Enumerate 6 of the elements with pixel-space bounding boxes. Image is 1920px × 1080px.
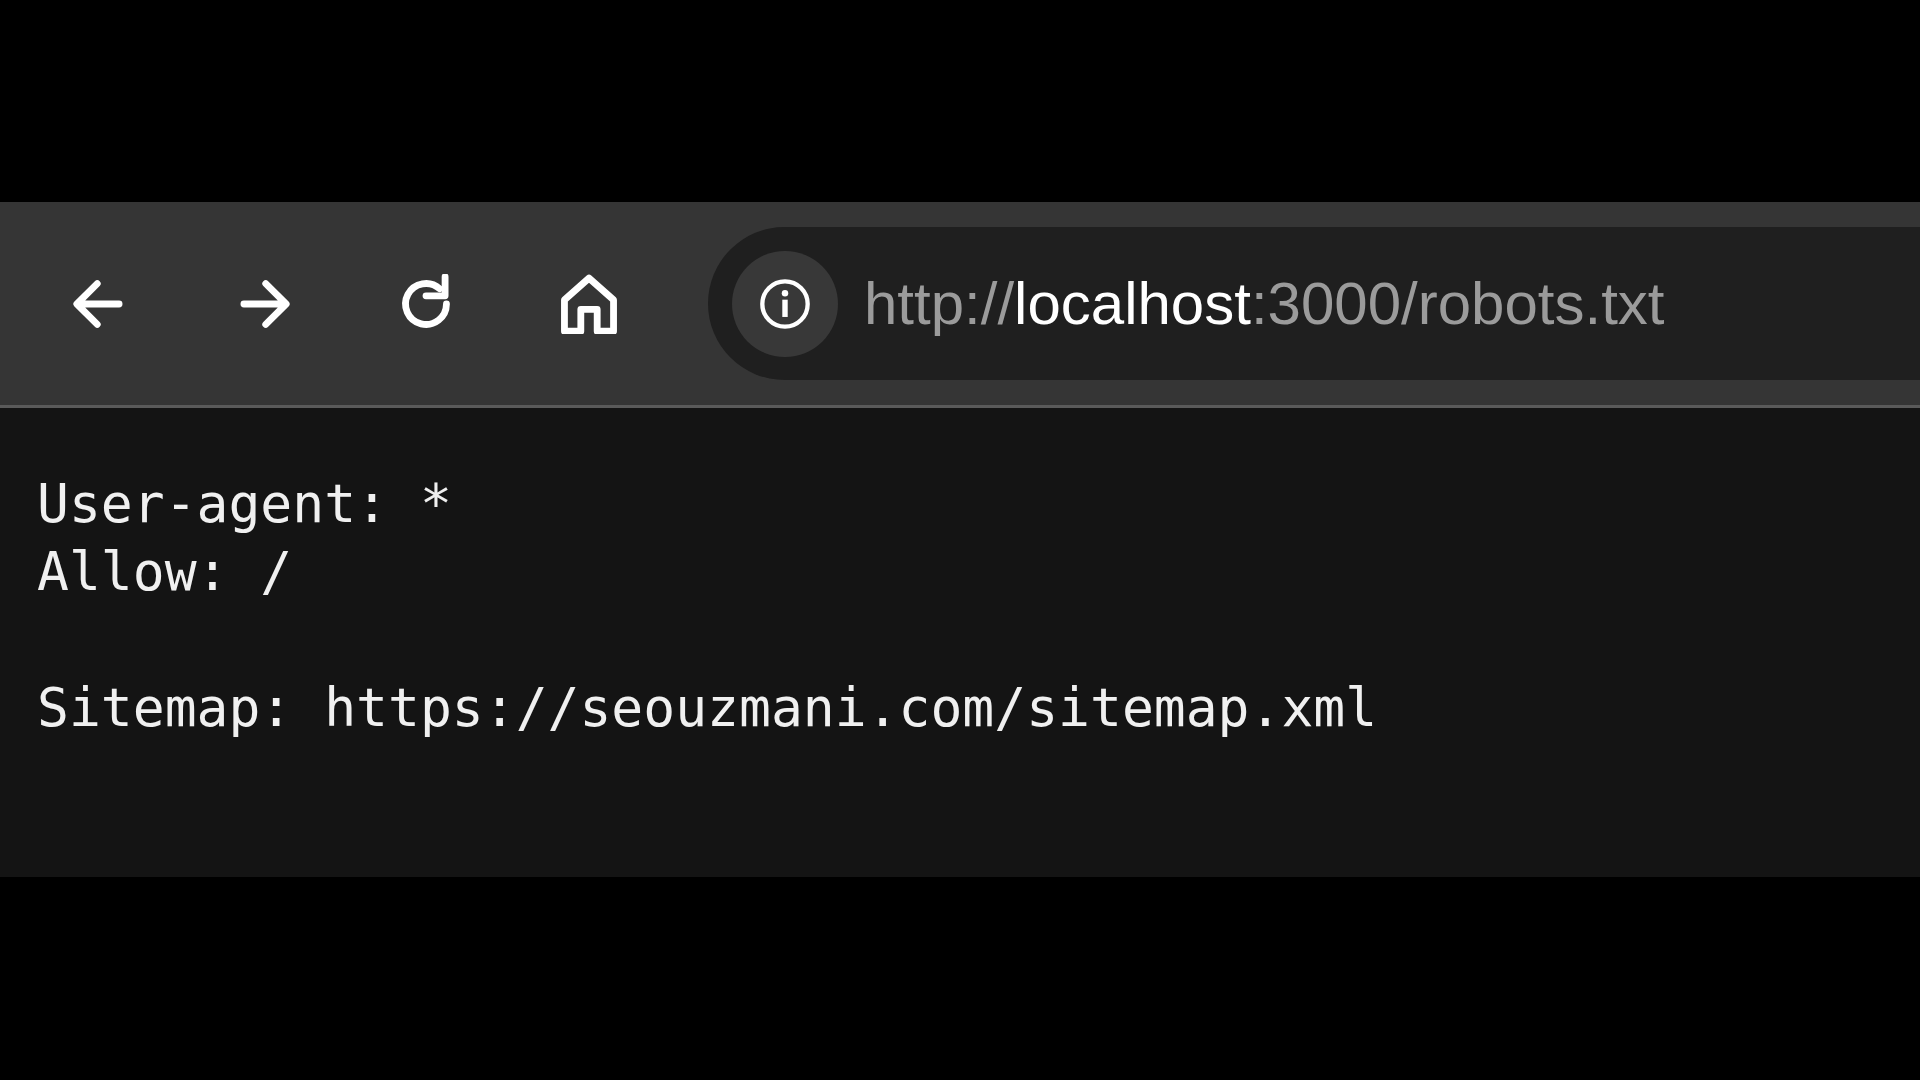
- home-icon[interactable]: [559, 273, 619, 334]
- text-line: User-agent: *: [37, 472, 452, 536]
- text-line: Sitemap: https://seouzmani.com/sitemap.xml: [37, 676, 1378, 740]
- text-line: Allow: /: [37, 540, 293, 604]
- url-text: http://localhost:3000/robots.txt: [864, 269, 1665, 338]
- address-bar[interactable]: http://localhost:3000/robots.txt: [708, 227, 1920, 380]
